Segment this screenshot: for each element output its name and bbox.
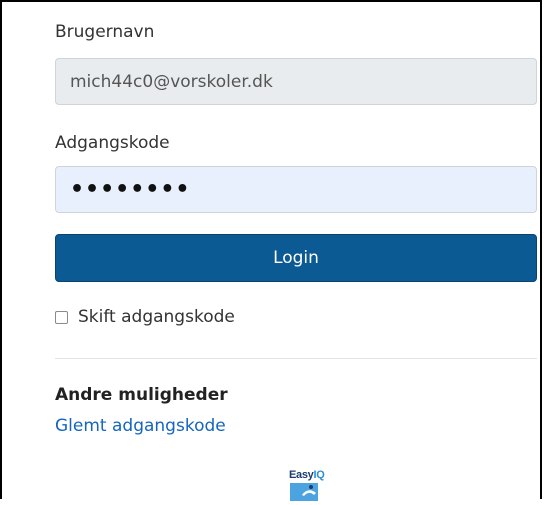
- login-panel: Brugernavn mich44c0@vorskoler.dk Adgangs…: [0, 0, 542, 501]
- login-button[interactable]: Login: [55, 234, 537, 282]
- divider: [55, 358, 537, 359]
- easyiq-logo: EasyIQ: [289, 469, 325, 501]
- username-value: mich44c0@vorskoler.dk: [70, 71, 273, 92]
- password-label: Adgangskode: [55, 133, 170, 153]
- easyiq-logo-text: EasyIQ: [289, 469, 325, 481]
- change-password-label: Skift adgangskode: [78, 307, 235, 327]
- login-button-label: Login: [273, 248, 319, 268]
- change-password-checkbox[interactable]: [55, 310, 68, 324]
- change-password-option[interactable]: Skift adgangskode: [55, 307, 235, 327]
- easyiq-logo-icon: [290, 483, 318, 501]
- username-field[interactable]: mich44c0@vorskoler.dk: [55, 58, 537, 105]
- password-field[interactable]: ••••••••: [55, 166, 537, 213]
- forgot-password-link[interactable]: Glemt adgangskode: [55, 416, 226, 436]
- other-options-title: Andre muligheder: [55, 385, 228, 405]
- password-value: ••••••••: [70, 177, 191, 202]
- logo-text-iq: IQ: [313, 469, 325, 481]
- logo-text-easy: Easy: [289, 469, 314, 481]
- username-label: Brugernavn: [55, 22, 155, 42]
